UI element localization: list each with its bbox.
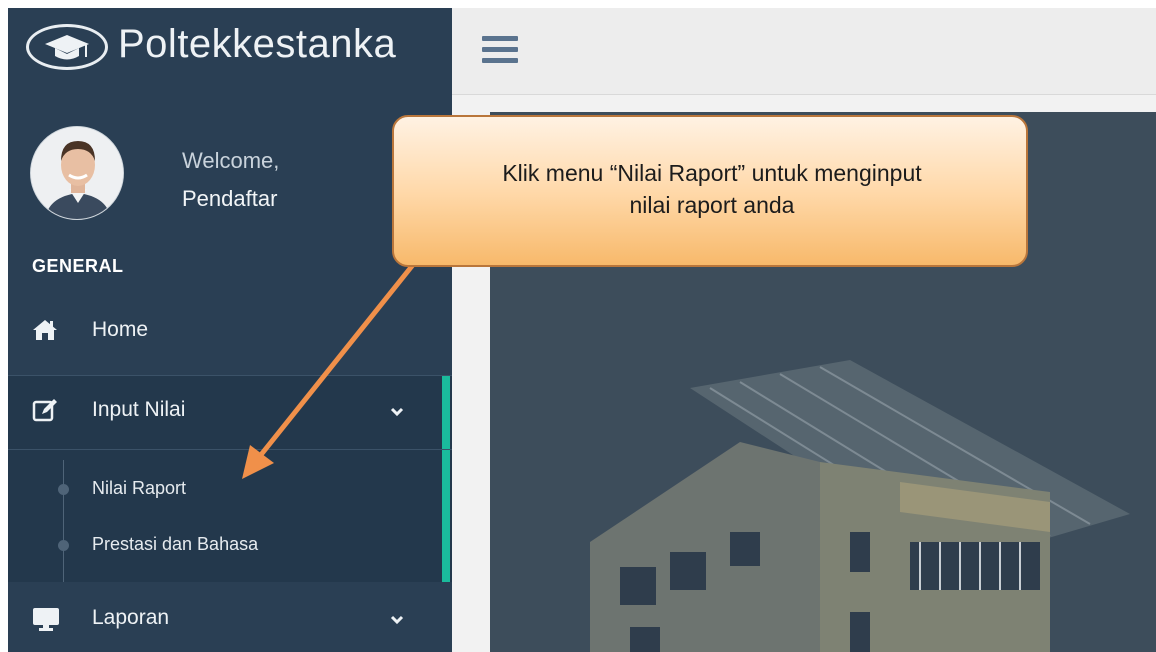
home-icon <box>32 318 58 347</box>
section-label-general: GENERAL <box>32 256 124 276</box>
sidebar-item-label: Home <box>92 318 149 341</box>
graduation-cap-icon <box>26 24 108 70</box>
monitor-icon <box>32 606 60 637</box>
sidebar-item-laporan[interactable]: Laporan <box>8 588 452 652</box>
callout-text: Klik menu “Nilai Raport” untuk menginput… <box>414 157 1010 221</box>
hamburger-menu-icon[interactable] <box>480 32 520 73</box>
sidebar-item-label: Laporan <box>92 606 170 629</box>
submenu-line <box>63 460 64 582</box>
avatar <box>30 126 124 220</box>
sidebar-item-label: Input Nilai <box>92 398 186 421</box>
callout-line-1: Klik menu “Nilai Raport” untuk menginput <box>502 160 922 186</box>
chevron-down-icon <box>390 612 404 630</box>
brand[interactable]: Poltekkestanka <box>8 8 452 90</box>
submenu-dot <box>58 484 69 495</box>
callout-line-2: nilai raport anda <box>629 192 795 218</box>
submenu-item-nilai-raport[interactable]: Nilai Raport <box>92 478 186 499</box>
submenu-item-prestasi-dan-bahasa[interactable]: Prestasi dan Bahasa <box>92 534 258 555</box>
brand-title: Poltekkestanka <box>118 22 397 66</box>
top-navbar <box>452 8 1156 95</box>
submenu-dot <box>58 540 69 551</box>
edit-icon <box>32 398 58 427</box>
welcome-text: Welcome, <box>182 148 280 173</box>
instruction-callout: Klik menu “Nilai Raport” untuk menginput… <box>392 115 1028 267</box>
pointer-arrow <box>242 258 419 479</box>
username: Pendaftar <box>182 186 278 211</box>
